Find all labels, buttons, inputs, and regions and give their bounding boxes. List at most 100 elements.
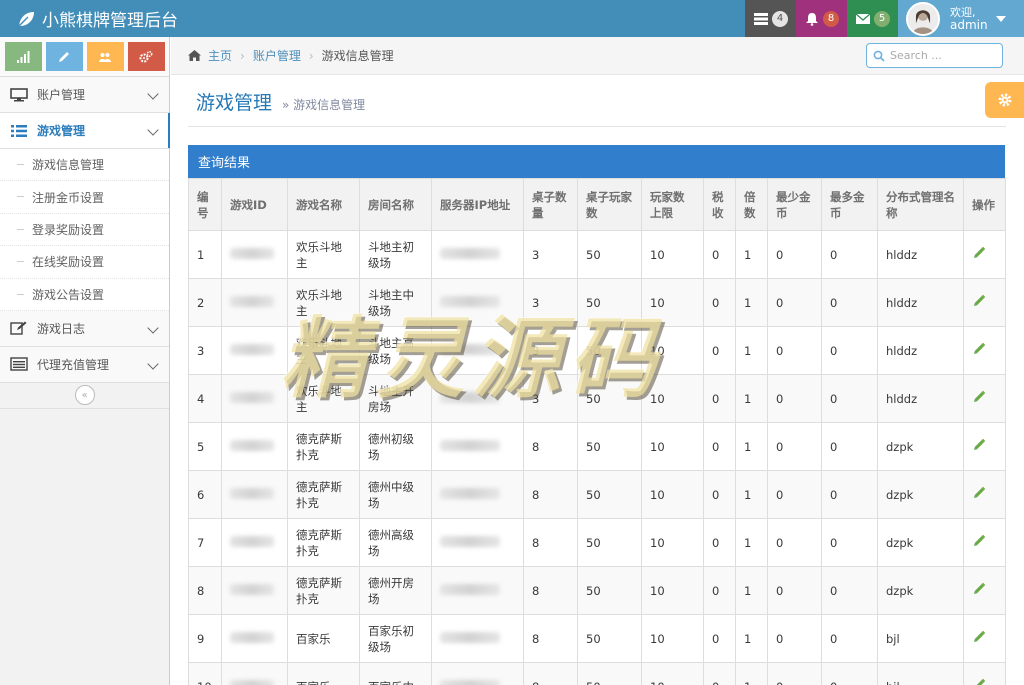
pencil-icon[interactable] xyxy=(972,630,986,644)
table-cell: 0 xyxy=(703,374,736,423)
col-header[interactable]: 倍数 xyxy=(735,178,768,231)
table-cell: 50 xyxy=(577,422,642,471)
table-cell: 8 xyxy=(523,614,578,663)
shortcut-chart-button[interactable] xyxy=(4,42,42,71)
server-ip-cell xyxy=(431,374,524,423)
redacted-value xyxy=(440,295,500,307)
table-row[interactable]: 2 欢乐斗地主 斗地主中级场 3 50 10 0 1 0 0 hlddz xyxy=(188,278,1006,327)
sidebar-subitem-online-reward[interactable]: 在线奖励设置 xyxy=(0,246,169,279)
col-header[interactable]: 最多金币 xyxy=(821,178,878,231)
table-row[interactable]: 1 欢乐斗地主 斗地主初级场 3 50 10 0 1 0 0 hlddz xyxy=(188,230,1006,279)
col-header[interactable]: 游戏名称 xyxy=(287,178,360,231)
table-cell: 8 xyxy=(523,422,578,471)
col-header[interactable]: 分布式管理名称 xyxy=(877,178,964,231)
table-row[interactable]: 10百家乐百家乐中850100100bjl xyxy=(188,662,1006,685)
table-row[interactable]: 5 德克萨斯扑克 德州初级场 8 50 10 0 1 0 0 dzpk xyxy=(188,422,1006,471)
table-cell: 斗地主开房场 xyxy=(359,374,432,423)
user-menu[interactable]: 欢迎, admin xyxy=(898,0,1024,37)
redacted-value xyxy=(230,391,274,403)
col-header[interactable]: 房间名称 xyxy=(359,178,432,231)
pencil-icon[interactable] xyxy=(972,486,986,500)
table-cell: 3 xyxy=(188,326,222,375)
avatar xyxy=(906,1,940,36)
tasks-button[interactable]: 4 xyxy=(745,0,796,37)
sidebar-menu-account[interactable]: 账户管理 xyxy=(0,77,169,113)
table-cell: 0 xyxy=(703,422,736,471)
pencil-icon[interactable] xyxy=(972,246,986,260)
table-cell: 8 xyxy=(523,518,578,567)
game-id-cell xyxy=(221,662,288,685)
pencil-icon[interactable] xyxy=(972,534,986,548)
table-body: 1 欢乐斗地主 斗地主初级场 3 50 10 0 1 0 0 hlddz 2 欢乐斗地主 斗地主中级场 3 5… xyxy=(188,230,1006,685)
notifications-badge: 8 xyxy=(823,10,839,27)
table-row[interactable]: 7 德克萨斯扑克 德州高级场 8 50 10 0 1 0 0 dzpk xyxy=(188,518,1006,567)
game-id-cell xyxy=(221,470,288,519)
breadcrumb-section-link[interactable]: 账户管理 xyxy=(253,47,301,64)
sidebar-subitem-announcement[interactable]: 游戏公告设置 xyxy=(0,278,169,311)
pencil-icon[interactable] xyxy=(972,678,986,685)
chevron-down-icon xyxy=(147,322,159,334)
sidebar-menu-game[interactable]: 游戏管理 xyxy=(0,113,170,149)
col-header[interactable]: 税收 xyxy=(703,178,736,231)
sidebar-subitem-game-info[interactable]: 游戏信息管理 xyxy=(0,149,169,182)
navbar: 小熊棋牌管理后台 4 8 5 欢迎, admin xyxy=(0,0,1024,37)
notifications-button[interactable]: 8 xyxy=(796,0,847,37)
pencil-icon[interactable] xyxy=(972,390,986,404)
pencil-icon[interactable] xyxy=(972,582,986,596)
col-header[interactable]: 桌子数量 xyxy=(523,178,578,231)
sidebar-menu-agent-recharge[interactable]: 代理充值管理 xyxy=(0,346,169,383)
col-header[interactable]: 桌子玩家数 xyxy=(577,178,642,231)
table-cell: 50 xyxy=(577,374,642,423)
messages-button[interactable]: 5 xyxy=(847,0,898,37)
breadcrumb-home-link[interactable]: 主页 xyxy=(208,47,232,64)
table-cell: 德克萨斯扑克 xyxy=(287,422,360,471)
table-cell: 10 xyxy=(641,518,704,567)
redacted-value xyxy=(230,343,274,355)
table-row[interactable]: 6 德克萨斯扑克 德州中级场 8 50 10 0 1 0 0 dzpk xyxy=(188,470,1006,519)
table-row[interactable]: 9 百家乐 百家乐初级场 8 50 10 0 1 0 0 bjl xyxy=(188,614,1006,663)
table-cell: 8 xyxy=(523,662,578,685)
server-ip-cell xyxy=(431,566,524,615)
sidebar-subitem-login-reward[interactable]: 登录奖励设置 xyxy=(0,213,169,247)
shortcut-settings-button[interactable] xyxy=(127,42,165,71)
brand[interactable]: 小熊棋牌管理后台 xyxy=(16,0,178,37)
table-cell: 0 xyxy=(703,230,736,279)
sidebar-menu-game-log[interactable]: 游戏日志 xyxy=(0,310,169,347)
sidebar-subitem-label: 游戏信息管理 xyxy=(32,158,105,173)
signal-icon xyxy=(17,50,30,63)
table-cell: 1 xyxy=(735,518,768,567)
col-header[interactable]: 游戏ID xyxy=(221,178,288,231)
settings-button[interactable] xyxy=(985,82,1024,118)
table-cell: 6 xyxy=(188,470,222,519)
col-header[interactable]: 服务器IP地址 xyxy=(431,178,524,231)
edit-icon xyxy=(10,321,27,336)
table-cell: 0 xyxy=(821,326,878,375)
pencil-icon[interactable] xyxy=(972,342,986,356)
sidebar-subitem-register-coins[interactable]: 注册金币设置 xyxy=(0,181,169,214)
pencil-icon[interactable] xyxy=(972,294,986,308)
pencil-icon xyxy=(59,51,69,62)
table-cell: 百家乐 xyxy=(287,614,360,663)
search-input[interactable] xyxy=(890,49,1000,62)
pencil-icon[interactable] xyxy=(972,438,986,452)
table-row[interactable]: 3 欢乐斗地主 斗地主高级场 3 50 10 0 1 0 0 hlddz xyxy=(188,326,1006,375)
sidebar-subitem-label: 注册金币设置 xyxy=(32,190,105,205)
table-cell: 0 xyxy=(767,470,822,519)
redacted-value xyxy=(440,343,500,355)
table-row[interactable]: 8 德克萨斯扑克 德州开房场 8 50 10 0 1 0 0 dzpk xyxy=(188,566,1006,615)
table-row[interactable]: 4 欢乐斗地主 斗地主开房场 3 50 10 0 1 0 0 hlddz xyxy=(188,374,1006,423)
table-cell: 0 xyxy=(703,662,736,685)
redacted-value xyxy=(230,583,274,595)
col-header[interactable]: 玩家数上限 xyxy=(641,178,704,231)
shortcut-edit-button[interactable] xyxy=(45,42,83,71)
sidebar-collapse-button[interactable]: « xyxy=(74,385,95,406)
col-header[interactable]: 最少金币 xyxy=(767,178,822,231)
col-header[interactable]: 编号 xyxy=(188,178,222,231)
gear-icon xyxy=(998,93,1011,107)
server-ip-cell xyxy=(431,278,524,327)
table-cell: hlddz xyxy=(877,374,964,423)
cogs-icon xyxy=(139,50,153,62)
sidebar-shortcuts xyxy=(0,37,169,77)
users-icon xyxy=(99,52,111,62)
shortcut-users-button[interactable] xyxy=(86,42,124,71)
